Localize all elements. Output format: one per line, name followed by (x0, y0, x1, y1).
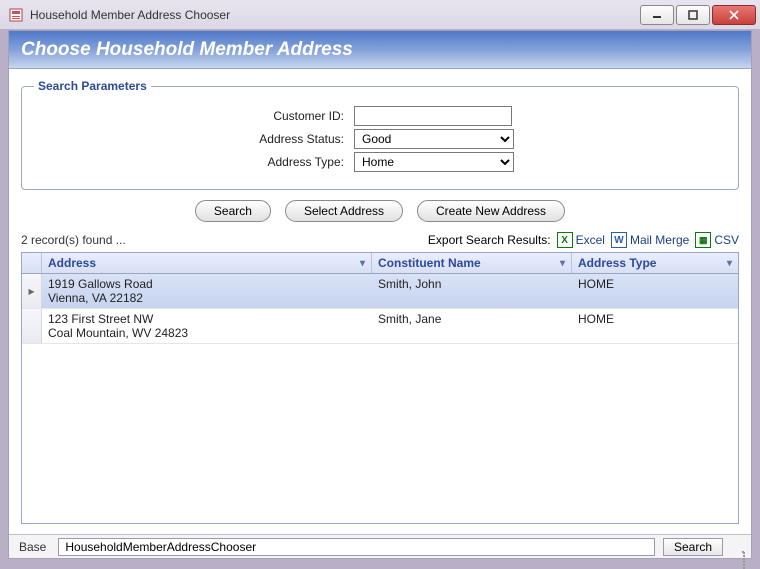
filter-icon[interactable]: ▾ (360, 258, 365, 269)
window-title: Household Member Address Chooser (30, 8, 640, 22)
export-label: Export Search Results: (428, 233, 551, 247)
address-status-select[interactable]: Good (354, 129, 514, 149)
results-count: 2 record(s) found ... (21, 233, 428, 247)
csv-icon: ▦ (695, 232, 711, 248)
grid-body[interactable]: ▸ 1919 Gallows Road Vienna, VA 22182 Smi… (22, 274, 738, 523)
col-address-type[interactable]: Address Type ▾ (572, 253, 738, 273)
filter-icon[interactable]: ▾ (727, 258, 732, 269)
address-type-select[interactable]: Home (354, 152, 514, 172)
resize-grip-icon[interactable] (731, 540, 745, 554)
customer-id-input[interactable] (354, 106, 512, 126)
filter-icon[interactable]: ▾ (560, 258, 565, 269)
cell-constituent-name: Smith, John (372, 274, 572, 308)
results-grid: Address ▾ Constituent Name ▾ Address Typ… (21, 252, 739, 524)
export-excel-link[interactable]: X Excel (557, 232, 605, 248)
status-base-label: Base (15, 540, 50, 554)
word-icon: W (611, 232, 627, 248)
search-parameters-legend: Search Parameters (34, 79, 151, 93)
close-button[interactable] (712, 5, 756, 25)
grid-header: Address ▾ Constituent Name ▾ Address Typ… (22, 253, 738, 274)
col-constituent-name[interactable]: Constituent Name ▾ (372, 253, 572, 273)
col-address[interactable]: Address ▾ (42, 253, 372, 273)
window-body: Choose Household Member Address Search P… (8, 30, 752, 559)
page-title: Choose Household Member Address (21, 39, 353, 61)
search-parameters-group: Search Parameters Customer ID: Address S… (21, 79, 739, 190)
cell-address-type: HOME (572, 274, 738, 308)
cell-address-type: HOME (572, 309, 738, 343)
address-type-label: Address Type: (34, 155, 354, 169)
status-search-button[interactable]: Search (663, 538, 723, 556)
customer-id-label: Customer ID: (34, 109, 354, 123)
page-header: Choose Household Member Address (9, 31, 751, 69)
action-button-row: Search Select Address Create New Address (21, 200, 739, 222)
create-new-address-button[interactable]: Create New Address (417, 200, 565, 222)
row-indicator-icon: ▸ (22, 274, 42, 308)
grid-row-header-col (22, 253, 42, 273)
address-status-label: Address Status: (34, 132, 354, 146)
titlebar[interactable]: Household Member Address Chooser (0, 0, 760, 30)
content-area: Search Parameters Customer ID: Address S… (9, 69, 751, 534)
row-indicator-icon (22, 309, 42, 343)
select-address-button[interactable]: Select Address (285, 200, 403, 222)
export-csv-link[interactable]: ▦ CSV (695, 232, 739, 248)
app-icon (8, 7, 24, 23)
maximize-button[interactable] (676, 5, 710, 25)
status-bar: Base HouseholdMemberAddressChooser Searc… (9, 534, 751, 558)
minimize-button[interactable] (640, 5, 674, 25)
table-row[interactable]: 123 First Street NW Coal Mountain, WV 24… (22, 309, 738, 344)
status-path[interactable]: HouseholdMemberAddressChooser (58, 538, 655, 556)
table-row[interactable]: ▸ 1919 Gallows Road Vienna, VA 22182 Smi… (22, 274, 738, 309)
cell-address: 123 First Street NW Coal Mountain, WV 24… (42, 309, 372, 343)
excel-icon: X (557, 232, 573, 248)
results-bar: 2 record(s) found ... Export Search Resu… (21, 232, 739, 248)
export-mailmerge-link[interactable]: W Mail Merge (611, 232, 689, 248)
search-button[interactable]: Search (195, 200, 271, 222)
cell-constituent-name: Smith, Jane (372, 309, 572, 343)
cell-address: 1919 Gallows Road Vienna, VA 22182 (42, 274, 372, 308)
